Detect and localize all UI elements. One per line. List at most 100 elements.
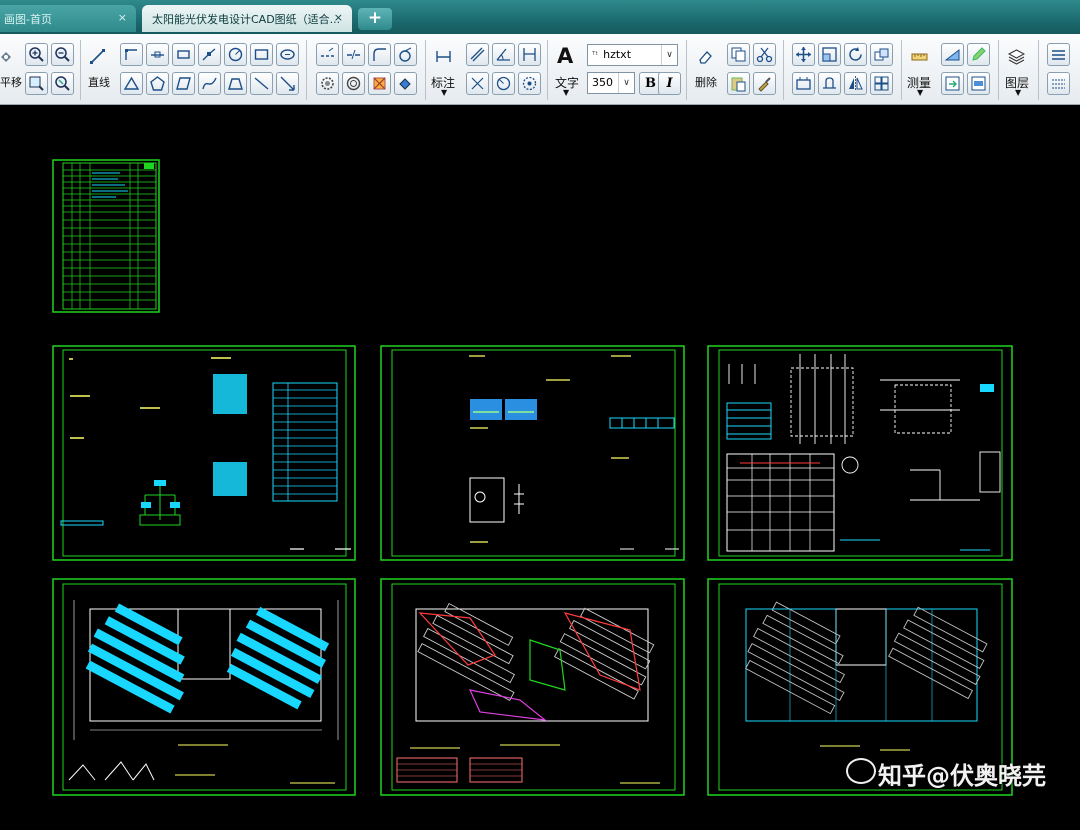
diagonal-line-icon[interactable]	[250, 72, 273, 95]
sheet-system-overview	[380, 345, 685, 561]
scissors-icon[interactable]	[753, 43, 776, 66]
tab-drawing-label: 太阳能光伏发电设计CAD图纸（适合...	[152, 13, 341, 26]
dimension-icon[interactable]	[433, 46, 456, 69]
tab-drawing[interactable]: 太阳能光伏发电设计CAD图纸（适合... ×	[142, 5, 352, 32]
pencil-icon[interactable]	[967, 43, 990, 66]
node-line-icon[interactable]	[146, 43, 169, 66]
parallelogram-icon[interactable]	[172, 72, 195, 95]
block-insert-icon[interactable]	[276, 43, 299, 66]
list-view-icon[interactable]	[1047, 72, 1070, 95]
ruler-icon[interactable]	[909, 46, 932, 69]
angle-dim-icon[interactable]	[492, 43, 515, 66]
cad-viewer-window: 画图-首页 × 太阳能光伏发电设计CAD图纸（适合... × + 平移 直线 标…	[0, 0, 1080, 830]
watermark-logo	[846, 758, 876, 784]
delete-label: 删除	[695, 76, 717, 89]
pan-label: 平移	[0, 76, 22, 89]
tab-home[interactable]: 画图-首页 ×	[0, 5, 136, 32]
paste-icon[interactable]	[727, 72, 750, 95]
tab-home-close-icon[interactable]: ×	[118, 11, 127, 24]
stretch-icon[interactable]	[792, 72, 815, 95]
circle-icon[interactable]	[224, 43, 247, 66]
pentagon-icon[interactable]	[146, 72, 169, 95]
zoom-window-icon[interactable]	[25, 72, 48, 95]
toolbar-divider	[783, 40, 784, 100]
watermark: 知乎@伏奥晓芫	[878, 762, 1046, 790]
zoom-in-icon[interactable]	[25, 43, 48, 66]
toolbar: 平移 直线 标注 ▼ A 文字 ▼ ᵀᵗ hztxt ∨ 350 ∨ B I 删…	[0, 34, 1080, 105]
toolbar-divider	[901, 40, 902, 100]
menu-icon[interactable]	[1047, 43, 1070, 66]
chamfer-icon[interactable]	[394, 43, 417, 66]
triangle-icon[interactable]	[120, 72, 143, 95]
sheet-array-layout-1	[52, 578, 356, 796]
fillet-icon[interactable]	[368, 43, 391, 66]
toolbar-divider	[425, 40, 426, 100]
new-tab-button[interactable]: +	[358, 8, 392, 30]
toolbar-divider	[547, 40, 548, 100]
move-icon[interactable]	[792, 43, 815, 66]
text-dropdown-icon[interactable]: ▼	[563, 88, 569, 97]
chevron-down-icon[interactable]: ∨	[618, 73, 634, 93]
break-line-icon[interactable]	[342, 43, 365, 66]
gear-icon[interactable]	[316, 72, 339, 95]
zoom-extent-icon[interactable]	[51, 72, 74, 95]
import-icon[interactable]	[941, 72, 964, 95]
radius-dim-icon[interactable]	[492, 72, 515, 95]
sheet-design-notes	[52, 345, 356, 561]
toolbar-divider	[998, 40, 999, 100]
export-icon[interactable]	[967, 72, 990, 95]
text-tool-icon[interactable]: A	[557, 44, 573, 68]
hatch-icon[interactable]	[368, 72, 391, 95]
offset-icon[interactable]	[342, 72, 365, 95]
toolbar-divider	[80, 40, 81, 100]
line-label: 直线	[88, 76, 110, 89]
cad-drawing	[52, 159, 1013, 796]
scale-icon[interactable]	[818, 43, 841, 66]
layer-dropdown-icon[interactable]: ▼	[1015, 88, 1021, 97]
trim-icon[interactable]	[818, 72, 841, 95]
aligned-dim-icon[interactable]	[466, 43, 489, 66]
format-brush-icon[interactable]	[753, 72, 776, 95]
zoom-out-icon[interactable]	[51, 43, 74, 66]
fill-icon[interactable]	[394, 72, 417, 95]
toolbar-divider	[1038, 40, 1039, 100]
drawing-canvas[interactable]: 知乎@伏奥晓芫	[0, 106, 1080, 830]
curve-icon[interactable]	[198, 72, 221, 95]
coord-dim-icon[interactable]	[466, 72, 489, 95]
italic-button[interactable]: I	[658, 72, 681, 95]
eraser-icon[interactable]	[695, 46, 718, 69]
tab-bar: 画图-首页 × 太阳能光伏发电设计CAD图纸（适合... × +	[0, 0, 1080, 34]
font-select[interactable]: ᵀᵗ hztxt ∨	[587, 44, 678, 66]
dimension-dropdown-icon[interactable]: ▼	[441, 88, 447, 97]
tab-drawing-close-icon[interactable]: ×	[334, 11, 343, 24]
polyline-icon[interactable]	[120, 43, 143, 66]
dashed-line-icon[interactable]	[316, 43, 339, 66]
linear-dim-icon[interactable]	[518, 43, 541, 66]
line-icon[interactable]	[87, 46, 110, 69]
text-size-select[interactable]: 350 ∨	[587, 72, 635, 94]
grid-array-icon[interactable]	[870, 72, 893, 95]
spline-node-icon[interactable]	[198, 43, 221, 66]
multiline-icon[interactable]	[172, 43, 195, 66]
measure-dropdown-icon[interactable]: ▼	[917, 88, 923, 97]
toolbar-divider	[306, 40, 307, 100]
sheet-electrical-diagram	[707, 345, 1013, 561]
area-measure-icon[interactable]	[941, 43, 964, 66]
array-icon[interactable]	[870, 43, 893, 66]
text-size-value: 350	[592, 76, 613, 89]
font-type-icon: ᵀᵗ	[592, 51, 599, 61]
index-sheet	[52, 159, 160, 313]
rotate-icon[interactable]	[844, 43, 867, 66]
toolbar-divider	[686, 40, 687, 100]
diameter-dim-icon[interactable]	[518, 72, 541, 95]
chevron-down-icon[interactable]: ∨	[661, 45, 677, 65]
layers-icon[interactable]	[1006, 46, 1029, 69]
tab-home-label: 画图-首页	[4, 13, 52, 26]
arrow-line-icon[interactable]	[276, 72, 299, 95]
sheet-array-layout-2	[380, 578, 685, 796]
pan-icon[interactable]	[0, 46, 19, 69]
rectangle-icon[interactable]	[250, 43, 273, 66]
mirror-icon[interactable]	[844, 72, 867, 95]
trapezoid-icon[interactable]	[224, 72, 247, 95]
copy-icon[interactable]	[727, 43, 750, 66]
